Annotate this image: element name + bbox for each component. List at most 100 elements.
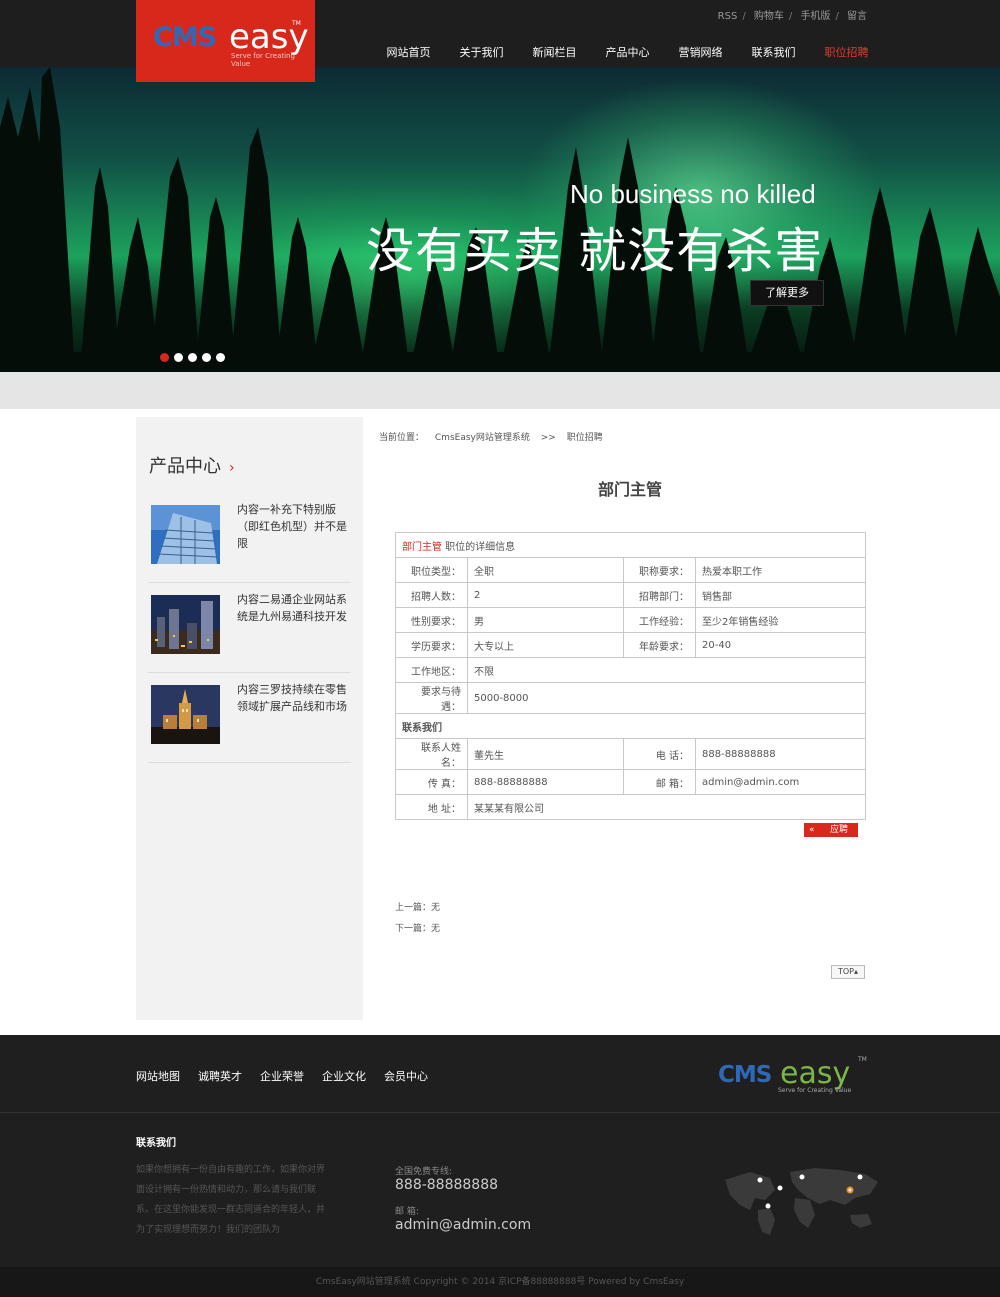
footer-logo-easy: easy <box>780 1056 851 1091</box>
sidebar-item-1[interactable]: 内容一补充下特别版（即红色机型）并不是限 <box>148 493 351 583</box>
table-header-cell: 部门主管 职位的详细信息 <box>395 532 866 558</box>
top-links: RSS / 购物车 / 手机版 / 留言 <box>717 11 867 22</box>
cell-value: 董先生 <box>467 738 624 770</box>
cell-label: 地 址： <box>395 794 468 820</box>
apply-button-label: 应聘 <box>830 825 849 835</box>
table-row: 联系人姓名： 董先生 电 话： 888-88888888 <box>395 738 866 770</box>
footer-link-culture[interactable]: 企业文化 <box>322 1068 366 1084</box>
footer-logo-tm: TM <box>858 1056 867 1063</box>
nav-item-home[interactable]: 网站首页 <box>372 44 445 60</box>
cell-label: 招聘人数： <box>395 582 468 608</box>
table-row: 职位类型： 全职 职称要求： 热爱本职工作 <box>395 557 866 583</box>
cityscape-thumbnail[interactable] <box>151 595 220 654</box>
breadcrumb: 当前位置： CmsEasy网站管理系统 >> 职位招聘 <box>379 430 611 443</box>
slide-dot-4[interactable] <box>202 353 211 362</box>
sidebar-title[interactable]: 产品中心 › <box>149 452 235 478</box>
breadcrumb-site[interactable]: CmsEasy网站管理系统 <box>435 433 530 443</box>
sidebar-item-text[interactable]: 内容二易通企业网站系统是九州易通科技开发 <box>237 591 349 625</box>
previous-link[interactable]: 上一篇：无 <box>395 900 440 913</box>
nav-item-about[interactable]: 关于我们 <box>445 44 518 60</box>
cell-value: 大专以上 <box>467 632 624 658</box>
cell-label: 性别要求： <box>395 607 468 633</box>
gray-strip <box>0 372 1000 409</box>
table-row: 招聘人数： 2 招聘部门： 销售部 <box>395 582 866 608</box>
sidebar-item-text[interactable]: 内容一补充下特别版（即红色机型）并不是限 <box>237 501 349 552</box>
site-footer: 网站地图 诚聘英才 企业荣誉 企业文化 会员中心 CMS easy TM Ser… <box>0 1035 1000 1297</box>
sidebar-title-text: 产品中心 <box>149 456 221 477</box>
nav-item-contact[interactable]: 联系我们 <box>737 44 810 60</box>
nav-item-network[interactable]: 营销网络 <box>664 44 737 60</box>
cell-label: 职位类型： <box>395 557 468 583</box>
footer-links: 网站地图 诚聘英才 企业荣誉 企业文化 会员中心 <box>136 1068 446 1084</box>
footer-link-careers[interactable]: 诚聘英才 <box>198 1068 242 1084</box>
cell-label: 邮 箱： <box>623 769 696 795</box>
slide-dot-2[interactable] <box>174 353 183 362</box>
cell-label: 职称要求： <box>623 557 696 583</box>
nav-item-products[interactable]: 产品中心 <box>591 44 664 60</box>
next-link[interactable]: 下一篇：无 <box>395 921 440 934</box>
main-nav: 网站首页 关于我们 新闻栏目 产品中心 营销网络 联系我们 职位招聘 <box>372 44 883 60</box>
logo-tm: TM <box>292 20 301 27</box>
cell-value: 某某某有限公司 <box>467 794 866 820</box>
cell-label: 要求与待遇： <box>395 682 468 714</box>
breadcrumb-separator: >> <box>540 433 556 443</box>
nav-item-news[interactable]: 新闻栏目 <box>518 44 591 60</box>
sidebar-item-text[interactable]: 内容三罗技持续在零售领域扩展产品线和市场 <box>237 681 349 715</box>
logo-slogan: Serve for Creating Value <box>231 52 295 68</box>
job-detail-table: 部门主管 职位的详细信息 职位类型： 全职 职称要求： 热爱本职工作 招聘人数：… <box>395 532 866 820</box>
table-row: 工作地区： 不限 <box>395 657 866 683</box>
hotline-value: 888-88888888 <box>395 1177 499 1193</box>
copyright-bar: CmsEasy网站管理系统 Copyright © 2014 京ICP备8888… <box>0 1267 1000 1297</box>
cell-value: 热爱本职工作 <box>695 557 866 583</box>
footer-contact-title: 联系我们 <box>136 1138 176 1149</box>
footer-link-members[interactable]: 会员中心 <box>384 1068 428 1084</box>
toplink-cart[interactable]: 购物车 <box>754 11 784 22</box>
cell-label: 工作经验： <box>623 607 696 633</box>
hotline-label: 全国免费专线: <box>395 1167 453 1177</box>
site-logo[interactable]: CMS easy TM Serve for Creating Value <box>136 0 315 82</box>
cell-label: 电 话： <box>623 738 696 770</box>
palace-thumbnail[interactable] <box>151 685 220 744</box>
building-thumbnail[interactable] <box>151 505 220 564</box>
cell-value: 不限 <box>467 657 866 683</box>
cell-value: 5000-8000 <box>467 682 866 714</box>
banner-english-text: No business no killed <box>570 179 816 209</box>
slide-dot-5[interactable] <box>216 353 225 362</box>
breadcrumb-prefix: 当前位置： <box>379 433 425 443</box>
toplink-rss[interactable]: RSS <box>718 11 738 22</box>
banner-chinese-text: 没有买卖 就没有杀害 <box>366 223 824 279</box>
cell-value: 全职 <box>467 557 624 583</box>
footer-contact-description: 如果你想拥有一份自由有趣的工作，如果你对界面设计拥有一份热情和动力，那么请与我们… <box>136 1165 326 1235</box>
chevron-right-icon: › <box>229 460 235 476</box>
sidebar-item-3[interactable]: 内容三罗技持续在零售领域扩展产品线和市场 <box>148 673 351 763</box>
footer-divider <box>0 1112 1000 1113</box>
back-to-top-button[interactable]: TOP▴ <box>831 965 865 979</box>
footer-link-sitemap[interactable]: 网站地图 <box>136 1068 180 1084</box>
footer-email-value: admin@admin.com <box>395 1217 532 1233</box>
cell-value: 888-88888888 <box>467 769 624 795</box>
cell-value: 888-88888888 <box>695 738 866 770</box>
nav-item-jobs[interactable]: 职位招聘 <box>810 44 883 60</box>
slide-dot-1[interactable] <box>160 353 169 362</box>
apply-button[interactable]: « 应聘 <box>804 823 858 837</box>
table-row: 联系我们 <box>395 713 866 739</box>
cell-label: 联系人姓名： <box>395 738 468 770</box>
cell-value: 销售部 <box>695 582 866 608</box>
hero-banner: No business no killed 没有买卖 就没有杀害 了解更多 <box>0 67 1000 372</box>
table-row: 性别要求： 男 工作经验： 至少2年销售经验 <box>395 607 866 633</box>
sidebar: 产品中心 › 内容一补充下特别版（即红色机型）并不是限 内容二易通企业网站系统是九… <box>136 417 363 1020</box>
toplink-message[interactable]: 留言 <box>847 11 867 22</box>
breadcrumb-current[interactable]: 职位招聘 <box>567 433 603 443</box>
cell-value: 20-40 <box>695 632 866 658</box>
cell-label: 传 真： <box>395 769 468 795</box>
toplink-mobile[interactable]: 手机版 <box>800 11 830 22</box>
slide-dot-3[interactable] <box>188 353 197 362</box>
table-row: 学历要求： 大专以上 年龄要求： 20-40 <box>395 632 866 658</box>
cell-label: 学历要求： <box>395 632 468 658</box>
cell-value: admin@admin.com <box>695 769 866 795</box>
learn-more-button[interactable]: 了解更多 <box>750 280 824 306</box>
footer-link-honors[interactable]: 企业荣誉 <box>260 1068 304 1084</box>
sidebar-item-2[interactable]: 内容二易通企业网站系统是九州易通科技开发 <box>148 583 351 673</box>
cell-value: 至少2年销售经验 <box>695 607 866 633</box>
cell-label: 招聘部门： <box>623 582 696 608</box>
